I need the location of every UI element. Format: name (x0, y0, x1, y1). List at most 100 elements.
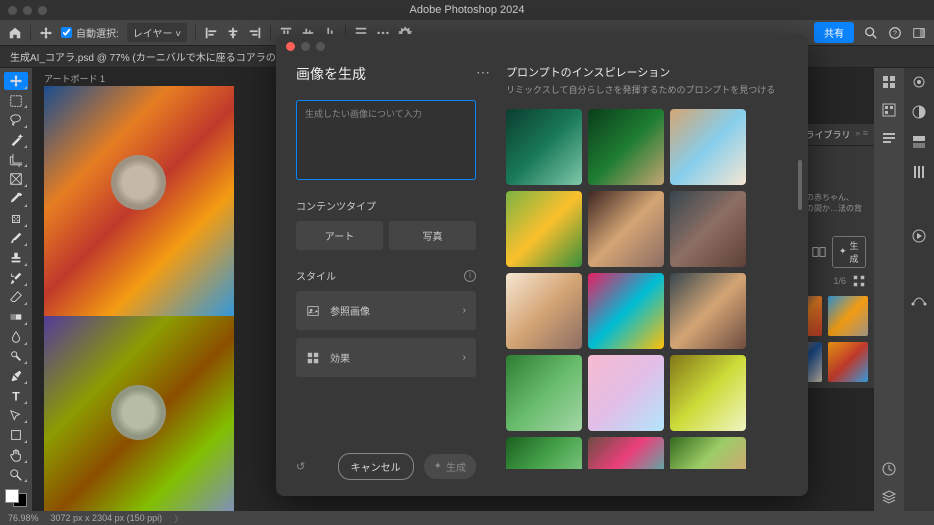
healing-tool[interactable] (4, 210, 28, 228)
inspiration-thumb[interactable] (670, 191, 746, 267)
auto-select-checkbox[interactable]: 自動選択: (61, 25, 119, 40)
macos-titlebar: Adobe Photoshop 2024 (0, 0, 934, 20)
stamp-tool[interactable] (4, 249, 28, 267)
dialog-menu-icon[interactable]: ⋯ (476, 64, 490, 81)
crop-tool[interactable] (4, 151, 28, 169)
eraser-tool[interactable] (4, 289, 28, 307)
inspiration-thumb[interactable] (506, 437, 582, 469)
compare-icon[interactable] (812, 245, 826, 259)
inspiration-thumb[interactable] (670, 437, 746, 469)
reset-icon[interactable]: ↺ (296, 460, 305, 473)
effects-row[interactable]: 効果 › (296, 338, 476, 377)
info-icon[interactable]: i (464, 270, 476, 282)
dialog-title: 画像を生成 (296, 64, 476, 84)
content-type-label: コンテンツタイプ (296, 198, 476, 213)
doc-dimensions: 3072 px x 2304 px (150 ppi) (51, 513, 163, 523)
inspiration-thumb[interactable] (588, 355, 664, 431)
svg-text:?: ? (893, 30, 897, 37)
share-button[interactable]: 共有 (814, 22, 854, 43)
inspiration-thumb[interactable] (588, 437, 664, 469)
inspiration-thumb[interactable] (670, 273, 746, 349)
channels-panel-icon[interactable] (911, 164, 927, 180)
dialog-window-controls[interactable] (286, 42, 325, 51)
color-panel-icon[interactable] (881, 74, 897, 90)
shape-tool[interactable] (4, 426, 28, 444)
variation-thumb[interactable] (828, 342, 868, 382)
variation-thumb[interactable] (828, 296, 868, 336)
inspiration-thumb[interactable] (588, 273, 664, 349)
artboard-label: アートボード 1 (44, 72, 105, 85)
generate-button[interactable]: ✦ 生成 (832, 236, 866, 268)
type-tool[interactable]: T (4, 387, 28, 405)
pen-tool[interactable] (4, 367, 28, 385)
layers-panel-icon[interactable] (881, 489, 897, 505)
eyedropper-tool[interactable] (4, 190, 28, 208)
cancel-button[interactable]: キャンセル (338, 453, 414, 480)
dodge-tool[interactable] (4, 348, 28, 366)
gradient-tool[interactable] (4, 308, 28, 326)
brushes-panel-icon[interactable] (911, 74, 927, 90)
svg-text:T: T (12, 389, 20, 403)
prompt-textarea[interactable]: 生成したい画像について入力 (296, 100, 476, 180)
auto-select-dropdown[interactable]: レイヤー ˅ (127, 23, 187, 42)
adjustments-panel-icon[interactable] (911, 104, 927, 120)
inspiration-thumb[interactable] (506, 191, 582, 267)
inspiration-thumb[interactable] (506, 109, 582, 185)
content-type-art[interactable]: アート (296, 221, 383, 250)
generate-image-dialog: ⋯ 画像を生成 生成したい画像について入力 コンテンツタイプ アート 写真 スタ… (276, 34, 808, 496)
zoom-tool[interactable] (4, 466, 28, 484)
swatches-panel-icon[interactable] (881, 102, 897, 118)
actions-panel-icon[interactable] (911, 228, 927, 244)
workspace-icon[interactable] (912, 26, 926, 40)
inspiration-thumb[interactable] (670, 109, 746, 185)
home-icon[interactable] (8, 26, 22, 40)
style-label: スタイル (296, 268, 336, 283)
inspiration-title: プロンプトのインスピレーション (506, 64, 790, 80)
inspiration-thumb[interactable] (506, 355, 582, 431)
inspiration-thumb[interactable] (588, 191, 664, 267)
inspiration-thumb[interactable] (506, 273, 582, 349)
chevron-right-icon: › (463, 352, 466, 363)
align-right-icon[interactable] (248, 26, 262, 40)
foreground-color[interactable] (5, 489, 19, 503)
path-tool[interactable] (4, 407, 28, 425)
generate-button-disabled: ✦ 生成 (424, 454, 476, 479)
help-icon[interactable]: ? (888, 26, 902, 40)
hand-tool[interactable] (4, 446, 28, 464)
history-brush-tool[interactable] (4, 269, 28, 287)
panel-dock-1 (874, 68, 904, 511)
panel-dock-2 (904, 68, 934, 511)
lasso-tool[interactable] (4, 111, 28, 129)
status-bar: 76.98% 3072 px x 2304 px (150 ppi) 〉 (0, 511, 934, 525)
brush-tool[interactable] (4, 230, 28, 248)
reference-image-row[interactable]: 参照画像 › (296, 291, 476, 330)
scrollbar[interactable] (798, 160, 802, 210)
inspiration-subtitle: リミックスして自分らしさを発揮するためのプロンプトを見つける (506, 84, 790, 97)
tools-panel: T (0, 68, 32, 511)
align-left-icon[interactable] (204, 26, 218, 40)
move-tool[interactable] (4, 72, 28, 90)
marquee-tool[interactable] (4, 92, 28, 110)
search-icon[interactable] (864, 26, 878, 40)
blur-tool[interactable] (4, 328, 28, 346)
styles-panel-icon[interactable] (911, 134, 927, 150)
content-type-photo[interactable]: 写真 (389, 221, 476, 250)
grid-view-icon[interactable] (852, 274, 866, 288)
magic-wand-tool[interactable] (4, 131, 28, 149)
variation-count: 1/6 (833, 276, 846, 286)
inspiration-grid (506, 109, 790, 469)
frame-tool[interactable] (4, 170, 28, 188)
window-controls[interactable] (8, 6, 47, 15)
paths-panel-icon[interactable] (911, 292, 927, 308)
app-title: Adobe Photoshop 2024 (410, 4, 525, 16)
inspiration-thumb[interactable] (588, 109, 664, 185)
chevron-right-icon: › (463, 305, 466, 316)
properties-panel-icon[interactable] (881, 130, 897, 146)
move-tool-icon (39, 26, 53, 40)
inspiration-thumb[interactable] (670, 355, 746, 431)
align-center-h-icon[interactable] (226, 26, 240, 40)
history-panel-icon[interactable] (881, 461, 897, 477)
zoom-level[interactable]: 76.98% (8, 513, 39, 523)
canvas-content (44, 86, 234, 511)
color-swatches[interactable] (5, 489, 27, 507)
